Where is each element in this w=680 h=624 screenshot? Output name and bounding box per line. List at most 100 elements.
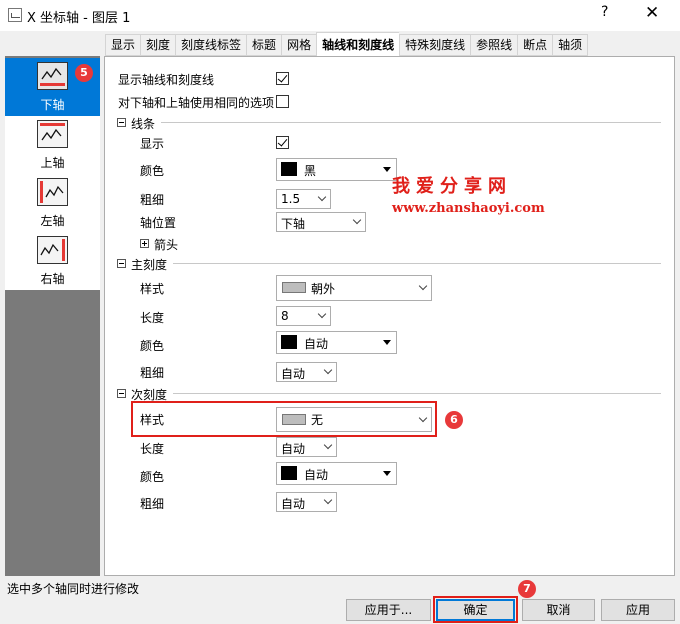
- tab-special-ticks[interactable]: 特殊刻度线: [399, 34, 471, 56]
- axis-sidebar: 下轴 上轴 左轴 右轴: [5, 56, 100, 576]
- title-bar: X 坐标轴 - 图层 1 ? ✕: [0, 0, 680, 31]
- line-show-checkbox[interactable]: [276, 136, 289, 149]
- line-show-label: 显示: [140, 137, 165, 151]
- minor-style-highlight: [131, 401, 437, 437]
- apply-to-button[interactable]: 应用于...: [346, 599, 431, 621]
- collapse-icon: [117, 259, 126, 268]
- tab-title[interactable]: 标题: [246, 34, 282, 56]
- close-button[interactable]: ✕: [645, 3, 659, 23]
- sidebar-item-label: 右轴: [40, 272, 65, 286]
- minor-length-value: 自动: [281, 442, 306, 456]
- bottom-axis-icon: [37, 62, 68, 90]
- chevron-down-icon: [323, 440, 333, 450]
- sidebar-item-left-axis[interactable]: 左轴: [5, 174, 100, 232]
- chevron-down-icon: [418, 281, 428, 291]
- tab-reference-lines[interactable]: 参照线: [470, 34, 518, 56]
- sidebar-item-right-axis[interactable]: 右轴: [5, 232, 100, 290]
- show-axis-label: 显示轴线和刻度线: [118, 73, 215, 87]
- chevron-down-icon: [317, 309, 327, 319]
- step-badge-5: 5: [75, 64, 93, 82]
- left-axis-icon: [37, 178, 68, 206]
- line-position-value: 下轴: [281, 217, 306, 231]
- major-length-dropdown[interactable]: 8: [276, 306, 331, 326]
- dropdown-arrow-icon: [383, 167, 391, 172]
- minor-thickness-value: 自动: [281, 497, 306, 511]
- section-divider: [173, 263, 661, 264]
- major-color-dropdown[interactable]: 自动: [276, 331, 397, 354]
- help-button[interactable]: ?: [601, 4, 608, 20]
- minor-thickness-dropdown[interactable]: 自动: [276, 492, 337, 512]
- line-position-label: 轴位置: [140, 216, 177, 230]
- same-options-label: 对下轴和上轴使用相同的选项: [118, 96, 275, 110]
- minor-thickness-label: 粗细: [140, 497, 165, 511]
- line-color-dropdown[interactable]: 黑: [276, 158, 397, 181]
- settings-panel: 显示轴线和刻度线 对下轴和上轴使用相同的选项 线条 显示 颜色 黑 粗细 1.5…: [104, 56, 675, 576]
- sidebar-item-label: 上轴: [40, 156, 65, 170]
- major-length-label: 长度: [140, 311, 165, 325]
- major-thickness-label: 粗细: [140, 366, 165, 380]
- line-section-header[interactable]: 线条: [117, 115, 665, 131]
- expand-icon[interactable]: [140, 239, 149, 248]
- same-options-checkbox[interactable]: [276, 95, 289, 108]
- color-swatch: [281, 335, 297, 349]
- line-color-label: 颜色: [140, 164, 165, 178]
- sidebar-item-label: 下轴: [40, 98, 65, 112]
- top-axis-icon: [37, 120, 68, 148]
- collapse-icon: [117, 389, 126, 398]
- watermark-url: www.zhanshaoyi.com: [392, 201, 545, 216]
- major-thickness-value: 自动: [281, 367, 306, 381]
- major-color-value: 自动: [304, 337, 329, 351]
- color-swatch: [281, 162, 297, 176]
- show-axis-checkbox[interactable]: [276, 72, 289, 85]
- tick-style-swatch: [282, 282, 306, 293]
- line-color-value: 黑: [304, 164, 317, 178]
- tab-breaks[interactable]: 断点: [517, 34, 553, 56]
- step-badge-7: 7: [518, 580, 536, 598]
- minor-color-dropdown[interactable]: 自动: [276, 462, 397, 485]
- major-length-value: 8: [281, 309, 289, 323]
- tab-tick-labels[interactable]: 刻度线标签: [175, 34, 247, 56]
- status-text: 选中多个轴同时进行修改: [7, 582, 140, 596]
- major-ticks-section-header[interactable]: 主刻度: [117, 256, 665, 272]
- major-thickness-dropdown[interactable]: 自动: [276, 362, 337, 382]
- major-style-value: 朝外: [311, 282, 336, 296]
- section-divider: [173, 393, 661, 394]
- line-position-dropdown[interactable]: 下轴: [276, 212, 366, 232]
- arrow-label[interactable]: 箭头: [154, 236, 178, 253]
- app-icon: [8, 8, 22, 22]
- collapse-icon: [117, 118, 126, 127]
- major-style-dropdown[interactable]: 朝外: [276, 275, 432, 301]
- chevron-down-icon: [317, 192, 327, 202]
- tab-rug[interactable]: 轴须: [552, 34, 589, 56]
- watermark-title: 我爱分享网: [392, 176, 512, 197]
- major-style-label: 样式: [140, 282, 165, 296]
- line-section-label: 线条: [131, 117, 156, 131]
- dropdown-arrow-icon: [383, 340, 391, 345]
- minor-color-label: 颜色: [140, 470, 165, 484]
- line-thickness-dropdown[interactable]: 1.5: [276, 189, 331, 209]
- sidebar-item-top-axis[interactable]: 上轴: [5, 116, 100, 174]
- line-thickness-value: 1.5: [281, 192, 301, 206]
- color-swatch: [281, 466, 297, 480]
- chevron-down-icon: [323, 495, 333, 505]
- chevron-down-icon: [323, 365, 333, 375]
- sidebar-item-label: 左轴: [40, 214, 65, 228]
- minor-length-label: 长度: [140, 442, 165, 456]
- minor-length-dropdown[interactable]: 自动: [276, 437, 337, 457]
- apply-button[interactable]: 应用: [601, 599, 675, 621]
- minor-ticks-section-header[interactable]: 次刻度: [117, 386, 665, 402]
- tab-bar: 显示 刻度 刻度线标签 标题 网格 轴线和刻度线 特殊刻度线 参照线 断点 轴须: [105, 32, 589, 56]
- tab-line-and-ticks[interactable]: 轴线和刻度线: [316, 32, 400, 56]
- cancel-button[interactable]: 取消: [522, 599, 595, 621]
- window-title: X 坐标轴 - 图层 1: [27, 11, 131, 26]
- tab-scale[interactable]: 刻度: [140, 34, 176, 56]
- dropdown-arrow-icon: [383, 471, 391, 476]
- right-axis-icon: [37, 236, 68, 264]
- line-thickness-label: 粗细: [140, 193, 165, 207]
- tab-grid[interactable]: 网格: [281, 34, 317, 56]
- section-divider: [161, 122, 661, 123]
- minor-color-value: 自动: [304, 468, 329, 482]
- tab-display[interactable]: 显示: [105, 34, 141, 56]
- major-color-label: 颜色: [140, 339, 165, 353]
- ok-button[interactable]: 确定: [436, 599, 515, 621]
